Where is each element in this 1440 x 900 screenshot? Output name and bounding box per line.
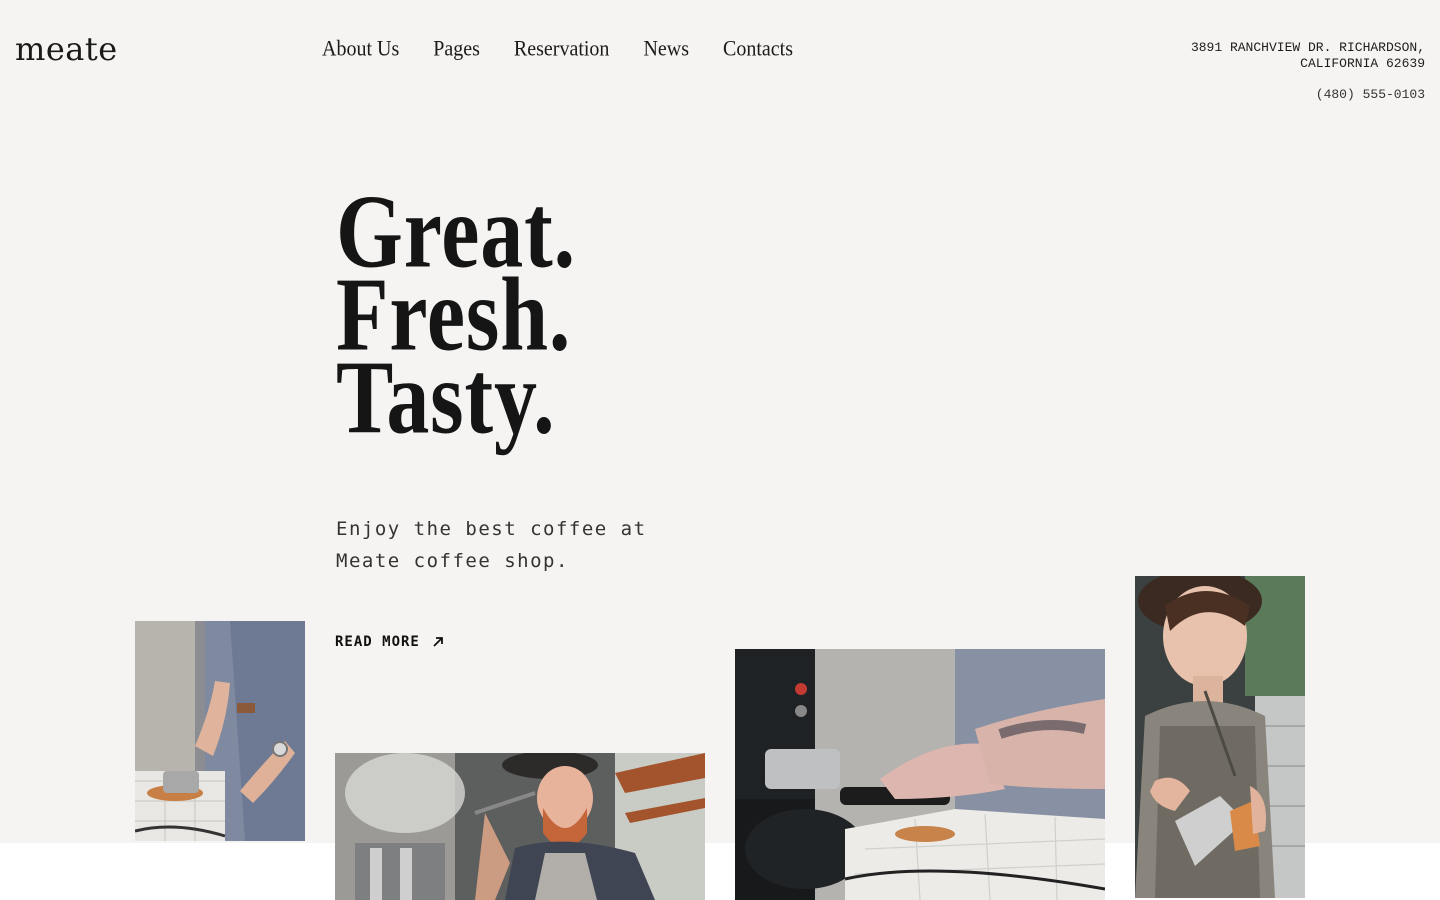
address-line-2: CALIFORNIA 62639 <box>1300 56 1425 71</box>
barista-tamping-photo <box>135 621 305 841</box>
arrow-up-right-icon <box>433 637 443 647</box>
main-nav: About Us Pages Reservation News Contacts <box>322 37 793 63</box>
hero-subtitle: Enjoy the best coffee at Meate coffee sh… <box>336 518 647 572</box>
read-more-button[interactable]: READ MORE <box>335 634 444 650</box>
read-more-label: READ MORE <box>335 634 420 650</box>
nav-contacts[interactable]: Contacts <box>723 37 793 63</box>
site-logo[interactable]: meate <box>15 30 118 68</box>
nav-about-us[interactable]: About Us <box>322 37 399 63</box>
barista-steaming-milk-photo <box>335 753 705 900</box>
coffee-grinder-photo <box>735 649 1105 900</box>
phone-number[interactable]: (480) 555-0103 <box>1191 87 1425 103</box>
hero-title: Great. Fresh. Tasty. <box>336 179 615 456</box>
nav-pages[interactable]: Pages <box>433 37 480 63</box>
barista-pouring-latte-photo <box>1135 576 1305 898</box>
nav-reservation[interactable]: Reservation <box>514 37 610 63</box>
nav-news[interactable]: News <box>643 37 689 63</box>
contact-info: 3891 RANCHVIEW DR. RICHARDSON, CALIFORNI… <box>1191 40 1425 103</box>
hero-title-line-3: Tasty. <box>336 339 556 456</box>
address-line-1: 3891 RANCHVIEW DR. RICHARDSON, <box>1190 40 1425 55</box>
